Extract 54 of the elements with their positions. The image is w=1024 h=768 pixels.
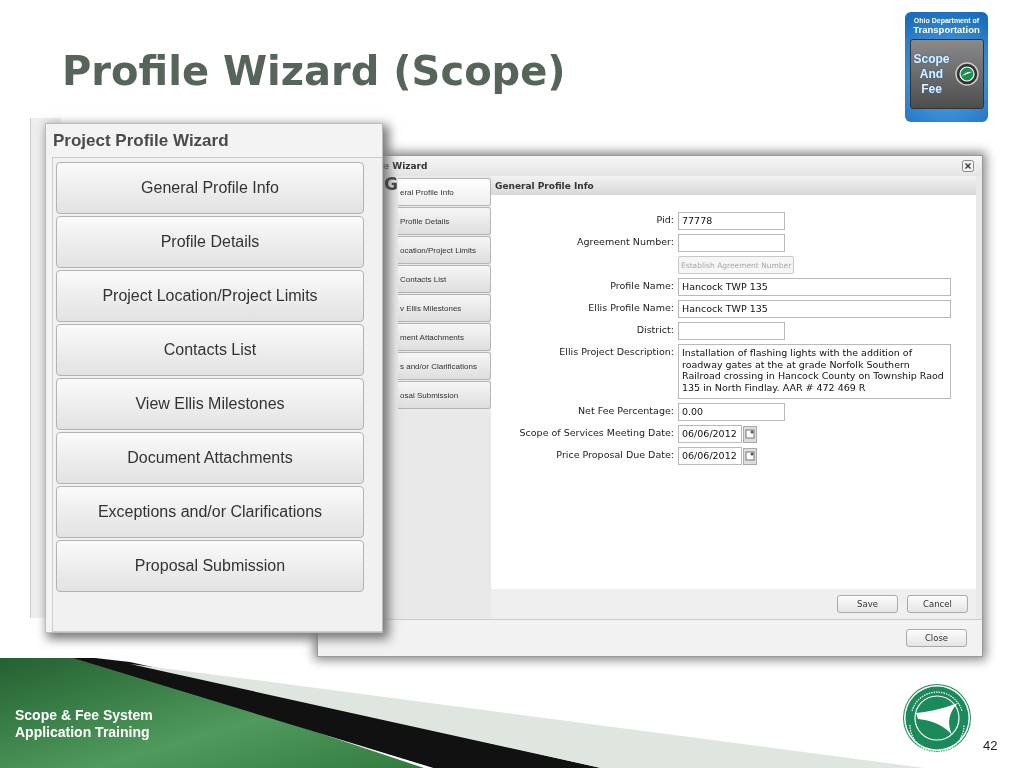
- wizard-tab[interactable]: Profile Details: [398, 207, 491, 235]
- wizard-tab[interactable]: osal Submission: [398, 381, 491, 409]
- field-label: Agreement Number:: [577, 236, 674, 248]
- wizard-step-button[interactable]: Contacts List: [56, 324, 364, 376]
- field-label: Ellis Project Description:: [559, 346, 674, 358]
- wizard-step-button[interactable]: Proposal Submission: [56, 540, 364, 592]
- wizard-step-button[interactable]: Document Attachments: [56, 432, 364, 484]
- text-field[interactable]: 0.00: [678, 403, 785, 422]
- window-title: Project Profile Wizard: [52, 129, 230, 152]
- date-field[interactable]: 06/06/2012: [678, 447, 742, 466]
- logo-word: Scope: [913, 51, 950, 67]
- field-label: Ellis Profile Name:: [588, 302, 674, 314]
- wizard-tab[interactable]: eral Profile Info: [398, 178, 491, 206]
- wizard-tab[interactable]: Contacts List: [398, 265, 491, 293]
- logo-text: Transportation: [913, 24, 980, 35]
- window-title: e Wizard: [383, 161, 428, 171]
- calendar-icon[interactable]: [743, 425, 757, 443]
- text-field[interactable]: Hancock TWP 135: [678, 300, 951, 319]
- wizard-tab[interactable]: s and/or Clarifications: [398, 352, 491, 380]
- field-label: Pid:: [656, 214, 674, 226]
- close-button[interactable]: Close: [906, 629, 967, 647]
- text-field[interactable]: [678, 234, 785, 253]
- calendar-icon[interactable]: [743, 447, 757, 465]
- dial-icon: [955, 62, 980, 86]
- logo-word: And: [919, 66, 944, 82]
- field-label: Price Proposal Due Date:: [556, 449, 674, 461]
- footer-text: Scope & Fee System: [15, 707, 153, 724]
- seal-drawing: [902, 683, 972, 753]
- slide-title: Profile Wizard (Scope): [62, 48, 566, 94]
- wizard-tab[interactable]: ment Attachments: [398, 323, 491, 351]
- field-label: Net Fee Percentage:: [578, 405, 674, 417]
- wizard-step-button[interactable]: Project Location/Project Limits: [56, 270, 364, 322]
- text-area[interactable]: Installation of flashing lights with the addition of roadway gates at the at grade Norfolk Southern Railroad crossing in Hancock County on Township Raod 135 in North Findlay. AAR # 472 469 R: [678, 344, 951, 400]
- dialog-button[interactable]: Cancel: [907, 595, 968, 614]
- field-label: Scope of Services Meeting Date:: [519, 427, 674, 439]
- wizard-tab[interactable]: v Ellis Milestones: [398, 294, 491, 322]
- wizard-step-button[interactable]: View Ellis Milestones: [56, 378, 364, 430]
- text-field[interactable]: 77778: [678, 212, 785, 231]
- text-field[interactable]: Hancock TWP 135: [678, 278, 951, 297]
- page-number: 42: [983, 738, 998, 753]
- field-label: Profile Name:: [610, 280, 674, 292]
- wizard-tab[interactable]: ocation/Project Limits: [398, 236, 491, 264]
- date-field[interactable]: 06/06/2012: [678, 425, 742, 444]
- wizard-step-button[interactable]: Profile Details: [56, 216, 364, 268]
- footer-text: Application Training: [15, 724, 151, 741]
- field-label: District:: [636, 324, 674, 336]
- text-field[interactable]: [678, 322, 785, 341]
- close-icon[interactable]: [962, 160, 974, 172]
- wizard-step-button[interactable]: Exceptions and/or Clarifications: [56, 486, 364, 538]
- heading-fragment: G: [384, 174, 398, 194]
- wizard-step-button[interactable]: General Profile Info: [56, 162, 364, 214]
- logo-word: Fee: [921, 81, 942, 97]
- panel-header: General Profile Info: [491, 176, 976, 196]
- dialog-button[interactable]: Save: [837, 595, 898, 614]
